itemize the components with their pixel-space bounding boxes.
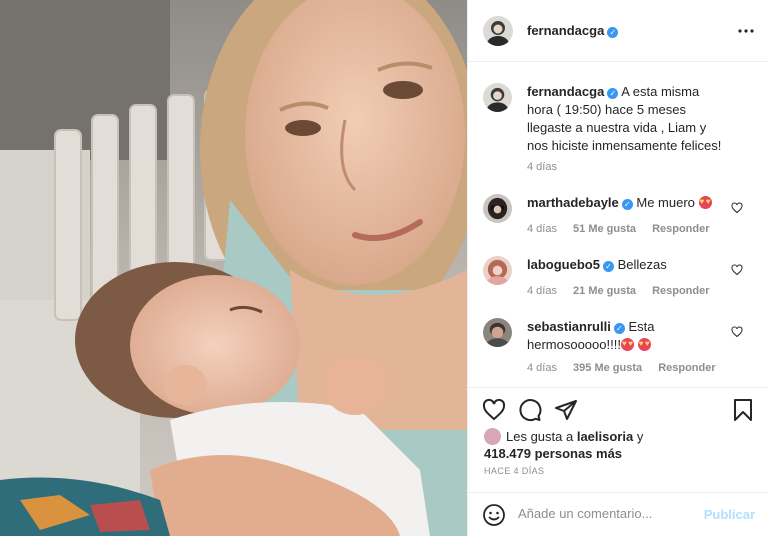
likes-prefix: Les gusta a [506,429,574,444]
heart-eyes-emoji-icon [698,193,712,211]
verified-badge-icon: ✓ [607,27,619,38]
comment-like-heart-icon[interactable] [731,202,743,214]
add-comment-bar: Publicar [468,492,768,536]
comment-meta: 4 días 21 Me gusta Responder [527,285,723,297]
comment-time[interactable]: 4 días [527,362,557,374]
caption-username[interactable]: fernandacga [527,84,604,99]
caption-time[interactable]: 4 días [527,161,557,173]
comment-text: Bellezas [617,257,667,272]
comment-avatar[interactable] [483,318,512,347]
comment-likes[interactable]: 395 Me gusta [573,362,642,374]
comment-like-heart-icon[interactable] [731,264,743,276]
reply-button[interactable]: Responder [658,362,715,374]
comment-meta: 4 días 51 Me gusta Responder [527,223,723,235]
comment-meta: 4 días 395 Me gusta Responder [527,362,729,374]
caption-meta: 4 días [527,161,570,173]
verified-badge-icon: ✓ [602,261,614,272]
verified-badge-icon: ✓ [613,323,625,334]
comment-avatar[interactable] [483,256,512,285]
comment-username[interactable]: sebastianrulli [527,319,611,334]
post-header: fernandacga ✓ [468,0,768,62]
comment-username[interactable]: laboguebo5 [527,257,600,272]
comment-username[interactable]: marthadebayle [527,195,619,210]
post-photo[interactable] [0,0,467,536]
comment-text: Me muero [636,195,695,210]
comment-text-block: sebastianrulli ✓ Esta hermosooooo!!!! [527,318,727,354]
heart-icon[interactable] [482,398,506,422]
comment-text-block: laboguebo5 ✓ Bellezas [527,256,727,274]
comment-like-heart-icon[interactable] [731,326,743,338]
bookmark-icon[interactable] [731,398,755,422]
author-avatar[interactable] [483,16,513,46]
comment-avatar[interactable] [483,194,512,223]
post-comment-button[interactable]: Publicar [704,507,755,522]
caption-avatar[interactable] [483,83,512,112]
author-username[interactable]: fernandacga ✓ [527,23,619,38]
comment-likes[interactable]: 51 Me gusta [573,223,636,235]
liker-avatar[interactable] [484,428,501,445]
comment-likes[interactable]: 21 Me gusta [573,285,636,297]
post-side-panel: fernandacga ✓ fernandacga ✓ A esta misma h… [467,0,768,536]
verified-badge-icon: ✓ [607,88,619,99]
caption-text-block: fernandacga ✓ A esta misma hora ( 19:50) … [527,83,727,155]
author-username-text[interactable]: fernandacga [527,23,604,38]
comments-list[interactable]: fernandacga ✓ A esta misma hora ( 19:50) … [468,63,768,386]
comment-time[interactable]: 4 días [527,223,557,235]
heart-eyes-emoji-icon [637,335,651,353]
post-date[interactable]: HACE 4 DÍAS [484,466,544,476]
verified-badge-icon: ✓ [621,199,633,210]
likes-count[interactable]: 418.479 personas más [484,446,622,461]
more-options-icon[interactable] [737,22,755,40]
share-icon[interactable] [554,398,578,422]
comment-text-block: marthadebayle ✓ Me muero [527,193,727,212]
comment-time[interactable]: 4 días [527,285,557,297]
reply-button[interactable]: Responder [652,285,709,297]
likes-summary: Les gusta a laelisoria y 418.479 persona… [484,428,764,462]
comment-input[interactable] [518,506,698,521]
likes-connector: y [636,429,644,444]
heart-eyes-emoji-icon [620,335,634,353]
liker-username[interactable]: laelisoria [577,429,633,444]
post-actions: Les gusta a laelisoria y 418.479 persona… [468,387,768,536]
reply-button[interactable]: Responder [652,223,709,235]
comment-icon[interactable] [518,398,542,422]
post-photo-illustration [0,0,467,536]
smiley-icon[interactable] [482,503,506,527]
